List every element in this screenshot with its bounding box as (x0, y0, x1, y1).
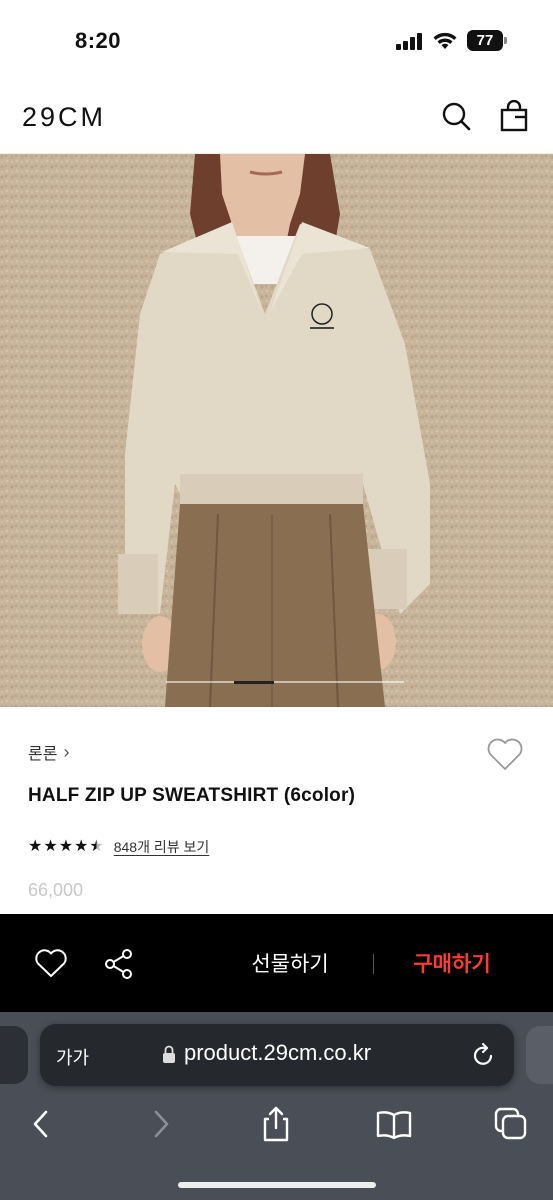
buy-button[interactable]: 구매하기 (392, 948, 512, 978)
status-bar: 8:20 77 (0, 0, 553, 80)
page-settings-button[interactable]: 가가 (56, 1044, 89, 1070)
browser-chrome: 가가 product.29cm.co.kr (0, 1012, 553, 1200)
app-header: 29CM (0, 80, 553, 154)
action-divider (373, 954, 374, 974)
shopping-bag-icon[interactable] (498, 100, 530, 132)
bookmarks-icon[interactable] (374, 1104, 414, 1144)
star-icon: ★ (28, 838, 43, 855)
rating-row: ★ ★ ★ ★ ★ 848개 리뷰 보기 (28, 836, 209, 858)
url-text: product.29cm.co.kr (184, 1040, 372, 1065)
address-bar[interactable]: 가가 product.29cm.co.kr (40, 1024, 514, 1086)
share-icon[interactable] (102, 947, 136, 981)
search-icon[interactable] (440, 100, 472, 132)
home-indicator (178, 1182, 376, 1188)
star-icon: ★ (58, 838, 74, 855)
product-price: 66,000 (28, 880, 84, 900)
status-time: 8:20 (75, 28, 122, 53)
back-icon[interactable] (22, 1104, 62, 1144)
share-sheet-icon[interactable] (256, 1104, 296, 1144)
forward-icon[interactable] (140, 1104, 180, 1144)
browser-toolbar (0, 1096, 553, 1156)
purchase-action-bar: 선물하기 구매하기 (0, 914, 553, 1012)
brand-link[interactable]: 론론 › (28, 740, 69, 764)
star-icon: ★ (43, 838, 58, 855)
review-link[interactable]: 848개 리뷰 보기 (114, 837, 210, 857)
carousel-indicator (234, 681, 274, 684)
gift-button[interactable]: 선물하기 (230, 948, 350, 978)
heart-icon[interactable] (34, 947, 68, 981)
tabs-icon[interactable] (491, 1104, 531, 1144)
heart-outline-icon[interactable] (486, 736, 524, 772)
previous-tab-preview[interactable] (0, 1026, 28, 1084)
product-title: HALF ZIP UP SWEATSHIRT (6color) (28, 785, 356, 806)
site-logo[interactable]: 29CM (22, 102, 106, 133)
cellular-signal-icon (396, 32, 426, 50)
product-image[interactable] (0, 154, 553, 707)
star-icon: ★ (74, 838, 89, 855)
brand-name: 론론 (28, 746, 58, 763)
battery-icon: 77 (467, 30, 507, 51)
reload-icon[interactable] (470, 1042, 496, 1068)
battery-level: 77 (467, 30, 503, 51)
lock-icon (163, 1045, 175, 1063)
star-rating: ★ ★ ★ ★ ★ (28, 839, 104, 855)
product-photo (0, 154, 553, 707)
next-tab-preview[interactable] (526, 1026, 553, 1084)
carousel-track (166, 681, 404, 683)
wifi-icon (433, 32, 457, 49)
half-star-icon: ★ (89, 838, 104, 855)
chevron-right-icon: › (63, 741, 70, 762)
